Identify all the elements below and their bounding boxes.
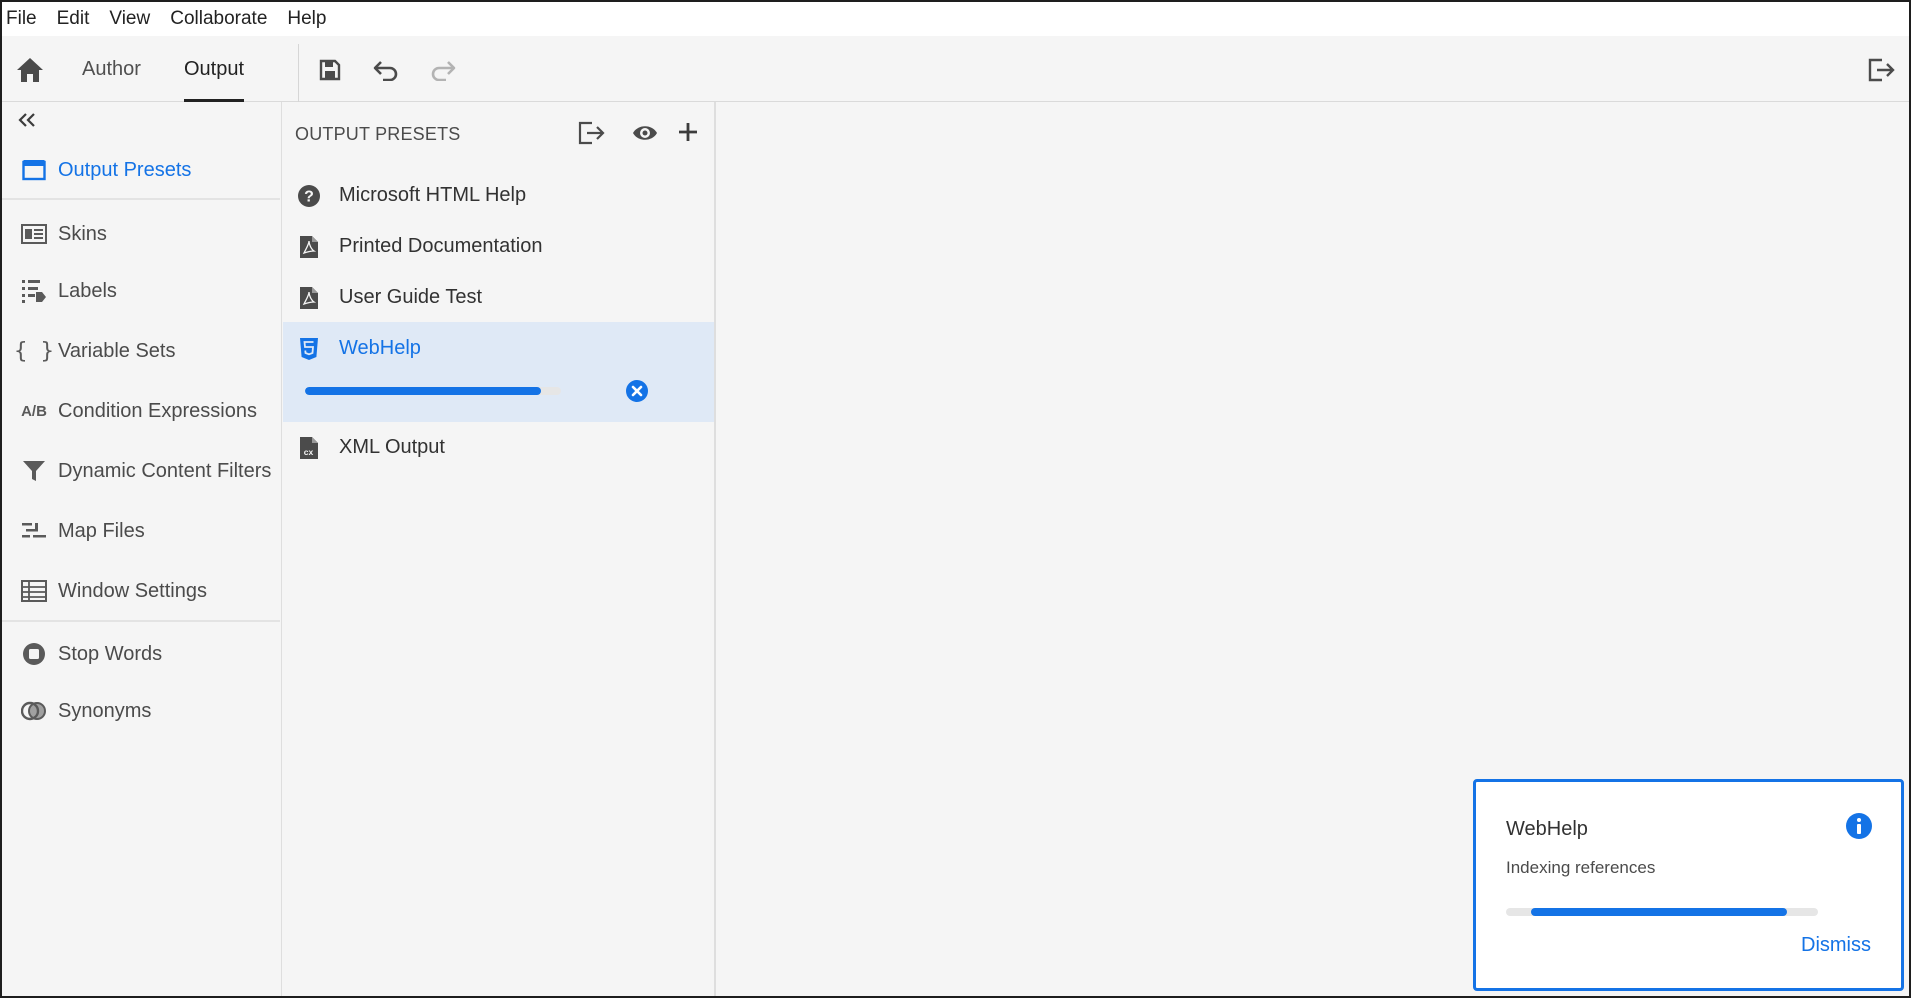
exit-icon[interactable] xyxy=(1866,55,1896,85)
help-circle-icon: ? xyxy=(297,184,321,208)
pdf-file-icon xyxy=(297,286,321,310)
app-window: File Edit View Collaborate Help Author O… xyxy=(0,0,1911,998)
nav-variable-sets[interactable]: { } Variable Sets xyxy=(2,326,280,376)
nav-label: Labels xyxy=(58,279,117,302)
nav-stop-words[interactable]: Stop Words xyxy=(2,629,280,679)
nav-synonyms[interactable]: Synonyms xyxy=(2,686,280,736)
nav-label: Synonyms xyxy=(58,699,152,722)
preset-printed-documentation[interactable]: Printed Documentation xyxy=(283,221,714,272)
nav-divider xyxy=(2,620,280,622)
home-icon[interactable] xyxy=(14,54,46,86)
preset-label: XML Output xyxy=(339,436,445,458)
undo-icon[interactable] xyxy=(371,55,401,85)
preset-user-guide-test[interactable]: User Guide Test xyxy=(283,272,714,323)
ab-icon-text: A/B xyxy=(21,402,47,420)
nav-skins[interactable]: Skins xyxy=(2,209,280,259)
output-presets-icon xyxy=(14,159,54,181)
eye-icon[interactable] xyxy=(632,123,658,148)
double-chevron-left-icon[interactable] xyxy=(18,112,36,133)
html5-icon xyxy=(297,337,321,361)
export-icon[interactable] xyxy=(577,121,605,150)
xml-file-icon: cx xyxy=(297,436,321,460)
toolbar-divider xyxy=(298,44,299,102)
menu-file[interactable]: File xyxy=(2,8,49,30)
filter-icon xyxy=(14,459,54,483)
map-files-icon xyxy=(14,521,54,541)
labels-icon xyxy=(14,278,54,304)
skins-icon xyxy=(14,224,54,244)
preset-xml-output[interactable]: cx XML Output xyxy=(283,422,714,473)
braces-icon: { } xyxy=(14,338,54,364)
nav-output-presets[interactable]: Output Presets xyxy=(2,145,280,195)
nav-dynamic-content-filters[interactable]: Dynamic Content Filters xyxy=(2,446,280,496)
preset-label: WebHelp xyxy=(339,337,421,359)
save-icon[interactable] xyxy=(315,55,345,85)
toolbar: Author Output xyxy=(2,36,1909,102)
menu-edit[interactable]: Edit xyxy=(53,8,102,30)
webhelp-progress-bar xyxy=(305,387,561,395)
cancel-generation-icon[interactable] xyxy=(625,379,649,408)
nav-map-files[interactable]: Map Files xyxy=(2,506,280,556)
svg-text:cx: cx xyxy=(304,447,314,457)
toast-progress-fill xyxy=(1530,908,1787,916)
menu-view[interactable]: View xyxy=(105,8,162,30)
synonyms-icon xyxy=(14,699,54,723)
tab-output[interactable]: Output xyxy=(184,36,245,102)
nav-label: Condition Expressions xyxy=(58,399,257,422)
ab-icon: A/B xyxy=(14,403,54,420)
svg-text:?: ? xyxy=(304,188,314,205)
preset-microsoft-html-help[interactable]: ? Microsoft HTML Help xyxy=(283,170,714,221)
preset-label: Printed Documentation xyxy=(339,235,543,257)
menu-collaborate[interactable]: Collaborate xyxy=(166,8,279,30)
webhelp-progress-fill xyxy=(305,387,541,395)
preset-webhelp[interactable]: WebHelp xyxy=(283,323,714,374)
info-icon xyxy=(1845,812,1873,845)
nav-label: Window Settings xyxy=(58,579,207,602)
nav-label: Variable Sets xyxy=(58,339,176,362)
toast-progress-bar xyxy=(1506,908,1818,916)
pdf-file-icon xyxy=(297,235,321,259)
redo-icon[interactable] xyxy=(428,55,458,85)
generation-toast: WebHelp Indexing references Dismiss xyxy=(1473,779,1904,991)
nav-label: Map Files xyxy=(58,519,145,542)
toast-title: WebHelp xyxy=(1506,818,1588,840)
nav-window-settings[interactable]: Window Settings xyxy=(2,566,280,616)
stop-words-icon xyxy=(14,642,54,666)
plus-icon[interactable] xyxy=(677,121,699,148)
output-presets-panel: OUTPUT PRESETS ? Microsoft HTML Help Pri… xyxy=(283,102,716,996)
nav-label: Dynamic Content Filters xyxy=(58,459,272,482)
nav-divider xyxy=(2,198,280,200)
nav-condition-expressions[interactable]: A/B Condition Expressions xyxy=(2,386,280,436)
toast-message: Indexing references xyxy=(1506,858,1656,877)
preset-label: Microsoft HTML Help xyxy=(339,184,527,206)
nav-label: Stop Words xyxy=(58,642,163,665)
preset-label: User Guide Test xyxy=(339,286,483,308)
nav-label: Skins xyxy=(58,222,107,245)
nav-labels[interactable]: Labels xyxy=(2,266,280,316)
menu-bar: File Edit View Collaborate Help xyxy=(2,2,1909,36)
tab-author[interactable]: Author xyxy=(82,36,141,102)
menu-help[interactable]: Help xyxy=(283,8,338,30)
window-settings-icon xyxy=(14,580,54,602)
dismiss-button[interactable]: Dismiss xyxy=(1801,934,1871,957)
nav-label: Output Presets xyxy=(58,158,192,181)
panel-title: OUTPUT PRESETS xyxy=(295,124,461,144)
left-navigation: Output Presets Skins Labels { } Variable… xyxy=(2,102,282,996)
